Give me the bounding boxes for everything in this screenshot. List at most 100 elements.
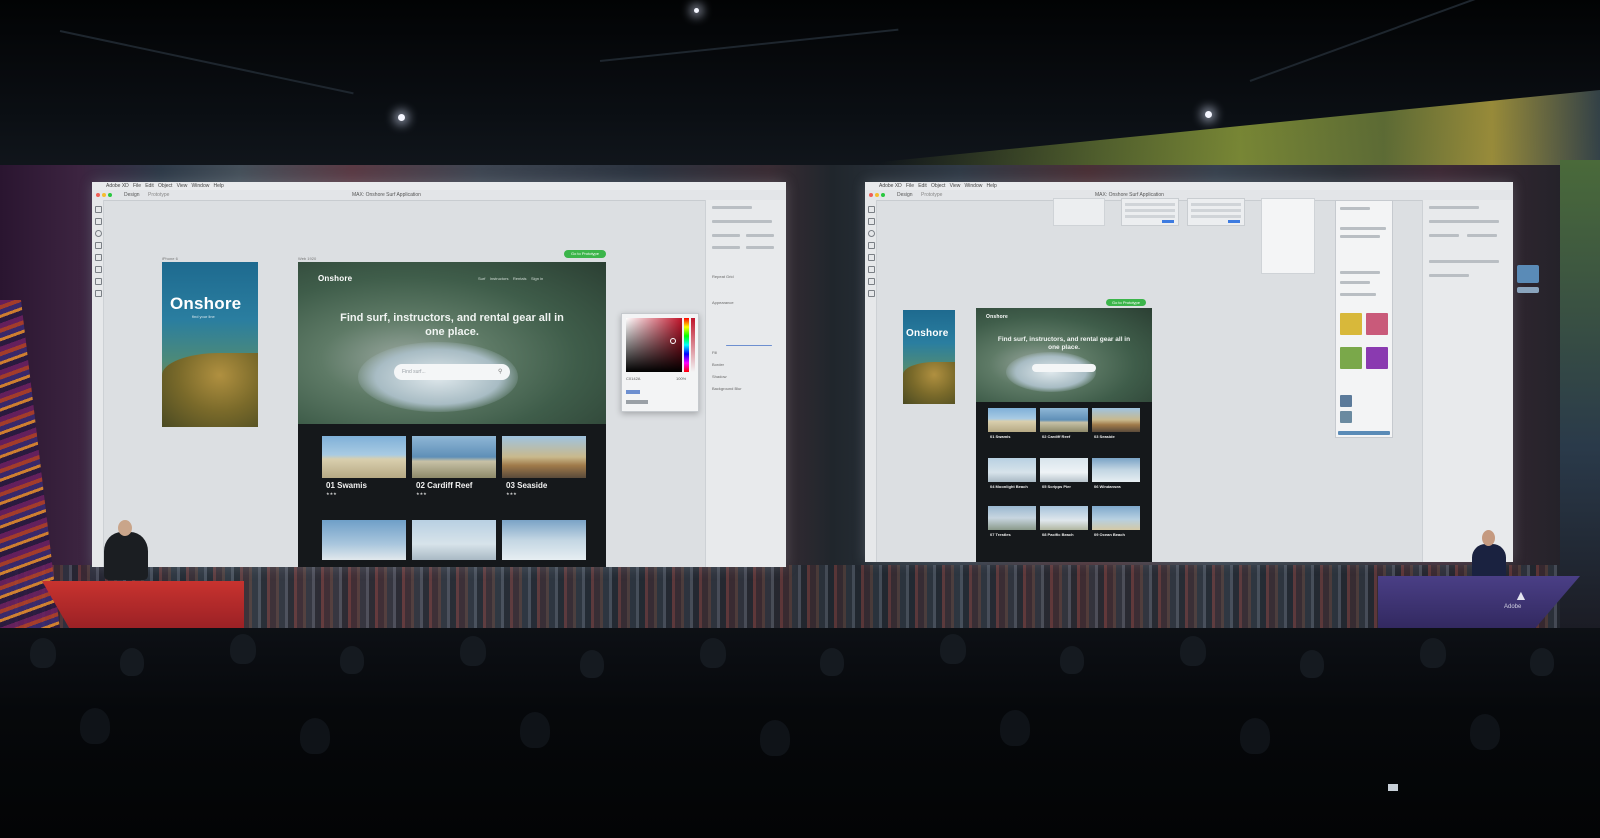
swatch-chip[interactable]	[626, 390, 640, 394]
text-tool-icon[interactable]	[868, 266, 875, 273]
inspector-row[interactable]	[1429, 234, 1459, 237]
nav-link-instructors[interactable]: Instructors	[490, 276, 509, 281]
spot-card[interactable]: 01 Swamis	[988, 408, 1036, 450]
rectangle-tool-icon[interactable]	[868, 218, 875, 225]
zoom-tool-icon[interactable]	[868, 290, 875, 297]
spot-card[interactable]: 09 Ocean Beach	[1092, 506, 1140, 548]
tab-design[interactable]: Design	[124, 190, 140, 200]
library-row[interactable]	[1340, 271, 1380, 274]
pen-tool-icon[interactable]	[868, 254, 875, 261]
library-footer-bar[interactable]	[1338, 431, 1390, 435]
mobile-artboard[interactable]: Onshore find your line	[162, 262, 258, 427]
tab-prototype[interactable]: Prototype	[921, 190, 942, 200]
spot-card[interactable]	[322, 520, 406, 560]
library-row[interactable]	[1340, 207, 1370, 210]
spot-card[interactable]	[412, 520, 496, 560]
swatch-chip[interactable]	[626, 400, 648, 404]
mobile-artboard[interactable]: Onshore	[903, 310, 955, 404]
rectangle-tool-icon[interactable]	[95, 218, 102, 225]
library-thumbnail[interactable]	[1340, 411, 1352, 423]
alpha-input[interactable]: 100%	[676, 376, 686, 381]
menu-item-object[interactable]: Object	[158, 183, 172, 189]
spot-card[interactable]: 07 Trestles	[988, 506, 1036, 548]
tab-design[interactable]: Design	[897, 190, 913, 200]
close-window-button[interactable]	[96, 193, 100, 197]
line-tool-icon[interactable]	[95, 242, 102, 249]
instructor-avatar[interactable]	[1340, 347, 1362, 369]
instructor-avatar[interactable]	[1340, 313, 1362, 335]
inspector-row[interactable]	[1429, 220, 1499, 223]
menu-item-edit[interactable]: Edit	[918, 183, 927, 189]
minimize-window-button[interactable]	[875, 193, 879, 197]
inspector-row[interactable]	[1429, 274, 1469, 277]
library-row[interactable]	[1340, 281, 1370, 284]
spot-card[interactable]: 03 Seaside	[1092, 408, 1140, 450]
menu-item-help[interactable]: Help	[214, 183, 224, 189]
color-saturation-field[interactable]	[626, 318, 682, 372]
menu-item-window[interactable]: Window	[965, 183, 983, 189]
inspector-row[interactable]	[712, 234, 740, 237]
library-row[interactable]	[1340, 293, 1376, 296]
spot-card[interactable]: 02 Cardiff Reef ★★★	[412, 436, 496, 496]
menu-item-file[interactable]: File	[133, 183, 141, 189]
spot-card[interactable]: 06 Windansea	[1092, 458, 1140, 500]
web-artboard[interactable]: Onshore Find surf, instructors, and rent…	[976, 308, 1152, 562]
menu-item-app[interactable]: Adobe XD	[879, 183, 902, 189]
search-icon[interactable]: ⚲	[498, 368, 502, 375]
inspector-row[interactable]	[746, 246, 774, 249]
inspector-row[interactable]	[1429, 260, 1499, 263]
close-window-button[interactable]	[869, 193, 873, 197]
inspector-row[interactable]	[1429, 206, 1479, 209]
zoom-window-button[interactable]	[881, 193, 885, 197]
nav-link-rentals[interactable]: Rentals	[513, 276, 527, 281]
minimize-window-button[interactable]	[102, 193, 106, 197]
search-input[interactable]: Find surf...	[394, 364, 510, 380]
instructor-avatar[interactable]	[1366, 313, 1388, 335]
opacity-slider[interactable]	[726, 345, 772, 346]
color-picker-handle[interactable]	[670, 338, 676, 344]
inspector-row[interactable]	[712, 206, 752, 209]
spot-card[interactable]: 04 Moonlight Beach	[988, 458, 1036, 500]
nav-link-surf[interactable]: Surf	[478, 276, 485, 281]
web-artboard[interactable]: Onshore Surf Instructors Rentals Sign in…	[298, 262, 606, 567]
menu-item-object[interactable]: Object	[931, 183, 945, 189]
nav-link-signin[interactable]: Sign in	[531, 276, 543, 281]
menu-item-help[interactable]: Help	[987, 183, 997, 189]
artboard-tool-icon[interactable]	[95, 278, 102, 285]
select-tool-icon[interactable]	[95, 206, 102, 213]
spot-card[interactable]: 01 Swamis ★★★	[322, 436, 406, 496]
inspector-row[interactable]	[1467, 234, 1497, 237]
library-row[interactable]	[1340, 235, 1380, 238]
prototype-badge[interactable]: Go to Prototype	[564, 250, 606, 258]
menu-item-window[interactable]: Window	[192, 183, 210, 189]
text-tool-icon[interactable]	[95, 266, 102, 273]
spot-card[interactable]: 03 Seaside ★★★	[502, 436, 586, 496]
hue-slider[interactable]	[684, 318, 689, 372]
artboard-thumbnail[interactable]	[1053, 198, 1105, 226]
menu-item-view[interactable]: View	[950, 183, 961, 189]
library-row[interactable]	[1340, 227, 1386, 230]
prototype-badge[interactable]: Go to Prototype	[1106, 299, 1146, 306]
artboard-thumbnail[interactable]	[1261, 198, 1315, 274]
select-tool-icon[interactable]	[868, 206, 875, 213]
hex-input[interactable]: C0142A	[626, 376, 640, 381]
search-input[interactable]	[1032, 364, 1096, 372]
inspector-row[interactable]	[746, 234, 774, 237]
instructor-avatar[interactable]	[1366, 347, 1388, 369]
menu-item-app[interactable]: Adobe XD	[106, 183, 129, 189]
keyboard-artboard[interactable]	[1121, 198, 1179, 226]
inspector-row[interactable]	[712, 246, 740, 249]
spot-card[interactable]: 08 Pacific Beach	[1040, 506, 1088, 548]
pen-tool-icon[interactable]	[95, 254, 102, 261]
artboard-tool-icon[interactable]	[868, 278, 875, 285]
menu-item-edit[interactable]: Edit	[145, 183, 154, 189]
menu-item-view[interactable]: View	[177, 183, 188, 189]
inspector-row[interactable]	[712, 220, 772, 223]
ellipse-tool-icon[interactable]	[868, 230, 875, 237]
library-thumbnail[interactable]	[1340, 395, 1352, 407]
alpha-slider[interactable]	[691, 318, 695, 372]
spot-card[interactable]: 02 Cardiff Reef	[1040, 408, 1088, 450]
cc-libraries-panel[interactable]	[1335, 200, 1393, 438]
spot-card[interactable]	[502, 520, 586, 560]
color-picker-popover[interactable]: C0142A 100%	[621, 313, 699, 412]
